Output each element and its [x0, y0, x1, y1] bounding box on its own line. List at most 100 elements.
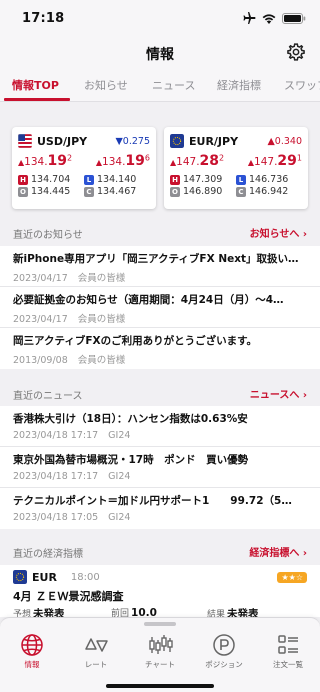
high-value: H 134.704: [18, 174, 84, 185]
page-title: 情報: [146, 47, 174, 63]
tabbar-orders[interactable]: 注文一覧: [256, 632, 320, 670]
wifi-icon: [262, 13, 276, 24]
home-indicator[interactable]: [106, 684, 214, 688]
notices-link[interactable]: お知らせへ ›: [250, 225, 307, 240]
currency-pair: USD/JPY: [37, 134, 88, 148]
notice-date: 2023/04/17: [13, 273, 68, 284]
status-icons: [242, 12, 306, 24]
tab-info-top[interactable]: 情報TOP: [12, 77, 59, 93]
change-value: ▲0.340: [267, 135, 302, 147]
section-title: 直近のお知らせ: [13, 230, 83, 241]
importance-stars: ★★☆: [277, 571, 307, 583]
tabbar-label: 情報: [24, 660, 40, 669]
active-tab-indicator: [4, 98, 70, 101]
notice-date: 2013/09/08: [13, 355, 68, 366]
close-badge: C: [84, 186, 94, 197]
tabbar-info[interactable]: 情報: [0, 632, 64, 670]
nav-bar: 情報: [0, 38, 320, 68]
bid-price[interactable]: ▲134.192: [18, 153, 72, 169]
notices-header: 直近のお知らせ お知らせへ ›: [0, 222, 320, 244]
news-list: 香港株大引け（18日）：ハンセン指数は0.63%安 2023/04/18 17:…: [0, 406, 320, 529]
rate-cards: USD/JPY ▼0.275 ▲134.192 ▲134.196 H 134.70…: [12, 127, 308, 209]
status-bar: 17:18: [0, 0, 320, 38]
ask-price[interactable]: ▲134.196: [96, 153, 150, 169]
position-icon: [213, 634, 235, 656]
economic-item[interactable]: EUR 18:00 ★★☆ 4月 ＺＥＷ景況感調査 予想 未発表 前回 10.0 結…: [0, 565, 320, 620]
tabbar-label: チャート: [145, 660, 175, 669]
open-badge: O: [170, 186, 180, 197]
tab-notices[interactable]: お知らせ: [84, 77, 128, 93]
low-badge: L: [84, 174, 94, 185]
notice-item[interactable]: 岡三アクティブFXのご利用ありがとうございます。 2013/09/08 会員の皆様: [0, 328, 320, 369]
news-source: GI24: [108, 471, 131, 482]
tabbar-label: レート: [84, 660, 108, 669]
tab-news[interactable]: ニュース: [152, 77, 195, 93]
notice-target: 会員の皆様: [77, 355, 126, 366]
news-header: 直近のニュース ニュースへ ›: [0, 383, 320, 405]
rate-card-eurjpy[interactable]: EUR/JPY ▲0.340 ▲147.282 ▲147.291 H 147.30…: [164, 127, 308, 209]
low-value: L 146.736: [236, 174, 302, 185]
open-value: O 146.890: [170, 186, 236, 197]
section-title: 直近のニュース: [13, 391, 83, 402]
news-link[interactable]: ニュースへ ›: [250, 386, 307, 401]
news-title: 香港株大引け（18日）：ハンセン指数は0.63%安: [13, 413, 248, 425]
notices-list: 新iPhone専用アプリ「岡三アクティブFX Next」取扱い… 2023/04…: [0, 246, 320, 369]
tab-economic[interactable]: 経済指標: [217, 77, 261, 93]
notice-item[interactable]: 新iPhone専用アプリ「岡三アクティブFX Next」取扱い… 2023/04…: [0, 246, 320, 287]
rate-triangles-icon: [85, 638, 108, 652]
open-value: O 134.445: [18, 186, 84, 197]
news-source: GI24: [108, 512, 131, 523]
news-source: GI24: [108, 430, 131, 441]
news-title: 東京外国為替市場概況・17時 ポンド 買い優勢: [13, 454, 249, 466]
news-item[interactable]: テクニカルポイント＝加ドル円サポート1 99.72（5… 2023/04/18 …: [0, 488, 320, 529]
close-value: C 146.942: [236, 186, 302, 197]
low-badge: L: [236, 174, 246, 185]
tabbar-rate[interactable]: レート: [64, 632, 128, 670]
notice-target: 会員の皆様: [77, 314, 126, 325]
ask-price[interactable]: ▲147.291: [248, 153, 302, 169]
news-date: 2023/04/18 17:17: [13, 430, 99, 441]
tabbar-position[interactable]: ポジション: [192, 632, 256, 670]
us-flag-icon: [18, 134, 32, 148]
change-amount: 0.340: [274, 135, 302, 147]
order-list-icon: [278, 635, 298, 654]
news-item[interactable]: 香港株大引け（18日）：ハンセン指数は0.63%安 2023/04/18 17:…: [0, 406, 320, 447]
candlestick-icon: [149, 635, 173, 654]
battery-icon: [282, 12, 306, 24]
economic-title: 4月 ＺＥＷ景況感調査: [13, 590, 124, 603]
change-amount: 0.275: [122, 135, 150, 147]
notice-target: 会員の皆様: [77, 273, 126, 284]
high-value: H 147.309: [170, 174, 236, 185]
tab-swap[interactable]: スワップ: [284, 77, 320, 93]
high-badge: H: [18, 174, 28, 185]
section-title: 直近の経済指標: [13, 549, 83, 560]
globe-icon: [21, 634, 43, 656]
news-title: テクニカルポイント＝加ドル円サポート1 99.72（5…: [13, 495, 292, 507]
close-badge: C: [236, 186, 246, 197]
notice-item[interactable]: 必要証拠金のお知らせ（適用期間：4月24日（月）～4… 2023/04/17 会員…: [0, 287, 320, 328]
tabbar-chart[interactable]: チャート: [128, 632, 192, 670]
rate-card-usdjpy[interactable]: USD/JPY ▼0.275 ▲134.192 ▲134.196 H 134.70…: [12, 127, 156, 209]
economic-header: 直近の経済指標 経済指標へ ›: [0, 541, 320, 563]
bid-price[interactable]: ▲147.282: [170, 153, 224, 169]
tabbar-label: ポジション: [205, 660, 243, 669]
status-time: 17:18: [22, 11, 65, 26]
open-badge: O: [18, 186, 28, 197]
news-date: 2023/04/18 17:17: [13, 471, 99, 482]
close-value: C 134.467: [84, 186, 150, 197]
notice-title: 新iPhone専用アプリ「岡三アクティブFX Next」取扱い…: [13, 253, 299, 265]
airplane-icon: [243, 12, 256, 24]
news-item[interactable]: 東京外国為替市場概況・17時 ポンド 買い優勢 2023/04/18 17:17…: [0, 447, 320, 488]
economic-link[interactable]: 経済指標へ ›: [249, 544, 307, 559]
notice-title: 必要証拠金のお知らせ（適用期間：4月24日（月）～4…: [13, 294, 284, 306]
eu-flag-icon: [13, 570, 27, 584]
eu-flag-icon: [170, 134, 184, 148]
sheet-grabber[interactable]: [144, 622, 176, 626]
low-value: L 134.140: [84, 174, 150, 185]
news-date: 2023/04/18 17:05: [13, 512, 99, 523]
tabbar-label: 注文一覧: [273, 660, 303, 669]
high-badge: H: [170, 174, 180, 185]
notice-date: 2023/04/17: [13, 314, 68, 325]
economic-currency: EUR: [32, 570, 57, 584]
gear-icon[interactable]: [286, 42, 306, 62]
